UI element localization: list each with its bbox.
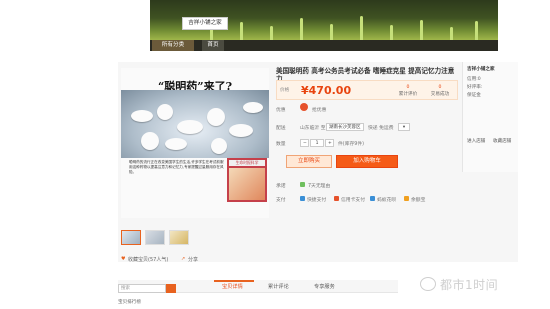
pills-photo xyxy=(121,90,269,158)
image-actions: ♥ 收藏宝贝(57人气) ↗ 分享 xyxy=(121,256,269,266)
credit-card-icon xyxy=(334,196,339,201)
magazine-cover: 生命时报科学 xyxy=(227,158,267,202)
stock-text: 件(库存9件) xyxy=(338,142,364,147)
thumbnail-strip xyxy=(121,230,201,246)
qty-input[interactable]: 1 xyxy=(310,139,324,147)
promo-row: 优惠 xyxy=(276,106,286,113)
yuebao-icon xyxy=(404,196,409,201)
search-icon[interactable] xyxy=(166,284,176,293)
quickpay-icon xyxy=(300,196,305,201)
stat-reviews[interactable]: 0 累计评价 xyxy=(395,84,421,98)
ranking-label: 宝贝排行榜 xyxy=(118,300,141,305)
price-value: ¥470.00 xyxy=(301,84,352,97)
share-icon: ↗ xyxy=(181,256,186,262)
huabei-icon xyxy=(370,196,375,201)
pay-method-3: 蚂蚁花呗 xyxy=(377,198,397,203)
coupon-icon xyxy=(300,103,308,111)
seller-shop-name[interactable]: 吉祥小铺之家 xyxy=(467,66,495,72)
buy-now-button[interactable]: 立即购买 xyxy=(286,155,332,168)
thumbnail-2[interactable] xyxy=(145,230,165,245)
shop-navbar: 所有分类 首页 xyxy=(150,40,498,51)
service-label: 承诺 xyxy=(276,184,286,189)
pay-method-2: 信用卡支付 xyxy=(341,198,365,203)
tab-reviews[interactable]: 累计评论 xyxy=(268,283,289,290)
ship-from: 山东临沂 至 xyxy=(300,126,326,131)
product-main-image[interactable]: “聪明药”来了? 聪明药的流行正在改变美国学生的生活,许多学生在考试前服用这种药… xyxy=(121,68,269,218)
price-label: 价格 xyxy=(280,88,290,93)
add-to-cart-button[interactable]: 加入购物车 xyxy=(336,155,398,168)
service-text[interactable]: 7天无理由 xyxy=(308,182,330,189)
seller-rate: 好评率: xyxy=(467,85,483,90)
shop-search-input[interactable]: 搜索 xyxy=(118,284,166,293)
qty-label: 数量 xyxy=(276,142,286,147)
tab-details[interactable]: 宝贝详情 xyxy=(222,283,243,290)
wechat-icon xyxy=(420,277,436,291)
watermark-text: 都市1时间 xyxy=(440,277,499,292)
favorite-shop-button[interactable]: 收藏店铺 xyxy=(493,138,511,144)
qty-plus-button[interactable]: + xyxy=(325,139,334,147)
chevron-down-icon[interactable]: ▾ xyxy=(398,123,410,131)
thumbnail-3[interactable] xyxy=(169,230,189,245)
shield-icon xyxy=(300,182,305,187)
promo-label: 优惠 xyxy=(276,108,286,113)
thumbnail-1[interactable] xyxy=(121,230,141,245)
shop-banner: 吉祥小铺之家 xyxy=(150,0,498,40)
share-link[interactable]: 分享 xyxy=(188,256,198,263)
magazine-title: 生命时报科学 xyxy=(229,160,265,166)
image-caption: 聪明药的流行正在改变美国学生的生活,许多学生在考试前服用这种药物以提高注意力和记… xyxy=(129,160,224,174)
price-box: 价格 ¥470.00 0 累计评价 0 交易成功 xyxy=(276,80,458,100)
stat-deals[interactable]: 0 交易成功 xyxy=(427,84,453,98)
nav-all-categories[interactable]: 所有分类 xyxy=(152,40,194,51)
seller-deposit: 保证金 xyxy=(467,93,481,98)
pay-method-1: 快捷支付 xyxy=(307,198,327,203)
favorite-link[interactable]: 收藏宝贝(57人气) xyxy=(128,256,168,263)
qty-minus-button[interactable]: − xyxy=(300,139,309,147)
enter-shop-button[interactable]: 进入店铺 xyxy=(467,138,485,144)
ship-label: 配送 xyxy=(276,126,286,131)
ship-fee: 快递 免运费 xyxy=(368,126,394,131)
ship-destination-select[interactable]: 湖南长沙芙蓉区 xyxy=(326,123,364,131)
tab-services[interactable]: 专享服务 xyxy=(314,283,335,290)
pay-method-4: 余额宝 xyxy=(411,198,426,203)
pay-label: 支付 xyxy=(276,198,286,203)
seller-credit: 信用:0 xyxy=(467,77,481,82)
heart-icon: ♥ xyxy=(121,256,126,262)
watermark: 都市1时间 xyxy=(420,276,498,292)
promo-link[interactable]: 抢优惠 xyxy=(312,106,326,113)
tab-active-underline xyxy=(214,280,254,282)
seller-panel: 吉祥小铺之家 信用:0 好评率: 保证金 进入店铺 收藏店铺 xyxy=(462,62,518,172)
nav-home[interactable]: 首页 xyxy=(202,40,224,51)
shop-name-badge[interactable]: 吉祥小铺之家 xyxy=(182,17,228,30)
